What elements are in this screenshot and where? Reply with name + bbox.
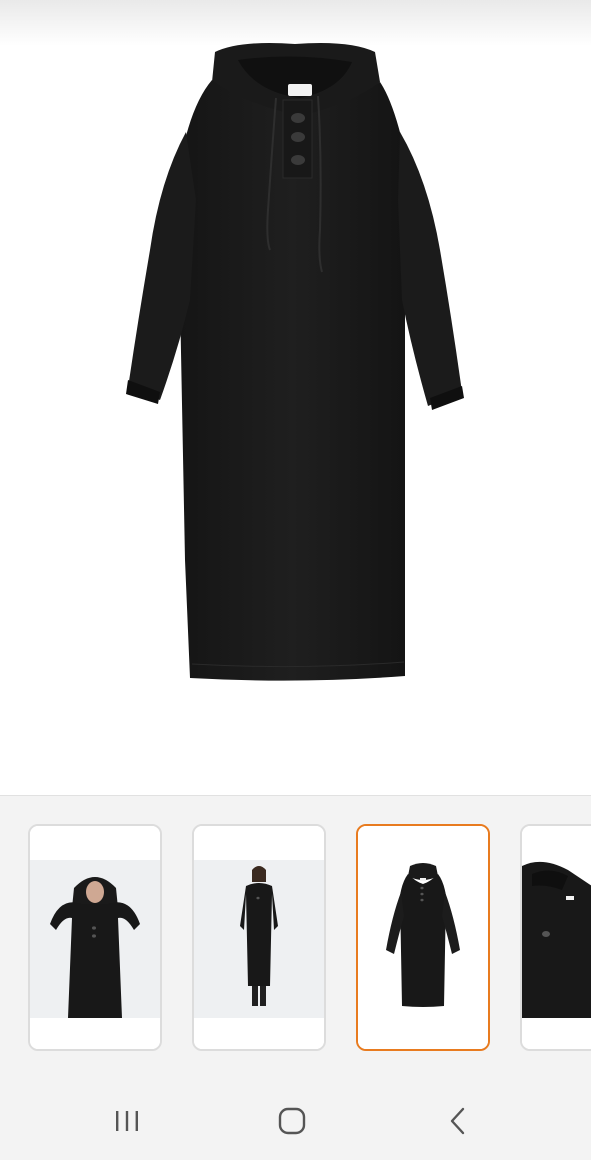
thumbnail-4[interactable] [520, 824, 591, 1051]
recent-apps-icon [116, 1111, 138, 1131]
back-icon [450, 1107, 465, 1135]
back-button[interactable] [428, 1099, 488, 1143]
home-icon [278, 1107, 306, 1135]
product-flat-photo-icon [358, 826, 488, 1049]
product-detail-closeup-photo-icon [522, 826, 591, 1049]
thumbnail-3-selected[interactable] [356, 824, 490, 1051]
home-button[interactable] [262, 1099, 322, 1143]
thumbnail-2[interactable] [192, 824, 326, 1051]
system-navigation-bar [0, 1081, 591, 1160]
thumbnail-strip[interactable] [0, 795, 591, 1082]
thumbnail-1[interactable] [28, 824, 162, 1051]
model-hood-up-photo-icon [30, 826, 160, 1049]
model-full-length-photo-icon [194, 826, 324, 1049]
product-image-viewer [0, 0, 591, 1160]
recent-apps-button[interactable] [97, 1099, 157, 1143]
main-product-image[interactable] [0, 0, 591, 795]
